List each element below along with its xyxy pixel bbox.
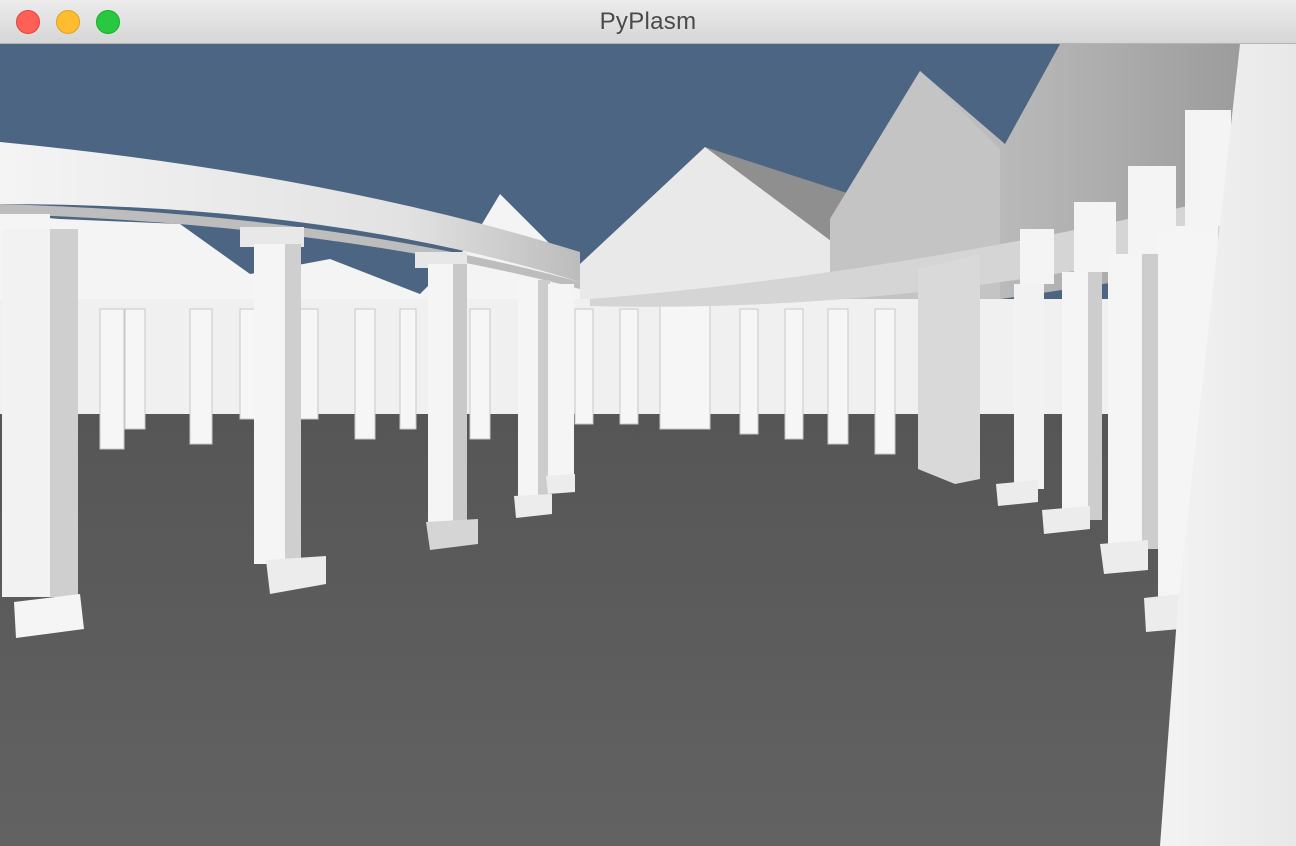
title-bar[interactable]: PyPlasm bbox=[0, 0, 1296, 44]
app-window: PyPlasm bbox=[0, 0, 1296, 846]
column-4 bbox=[514, 280, 552, 518]
column-5 bbox=[546, 284, 575, 494]
window-title: PyPlasm bbox=[599, 8, 697, 35]
scene-render bbox=[0, 44, 1296, 846]
right-pier bbox=[918, 254, 980, 484]
3d-viewport[interactable] bbox=[0, 44, 1296, 846]
ground bbox=[0, 414, 1240, 846]
column-1 bbox=[0, 214, 84, 638]
